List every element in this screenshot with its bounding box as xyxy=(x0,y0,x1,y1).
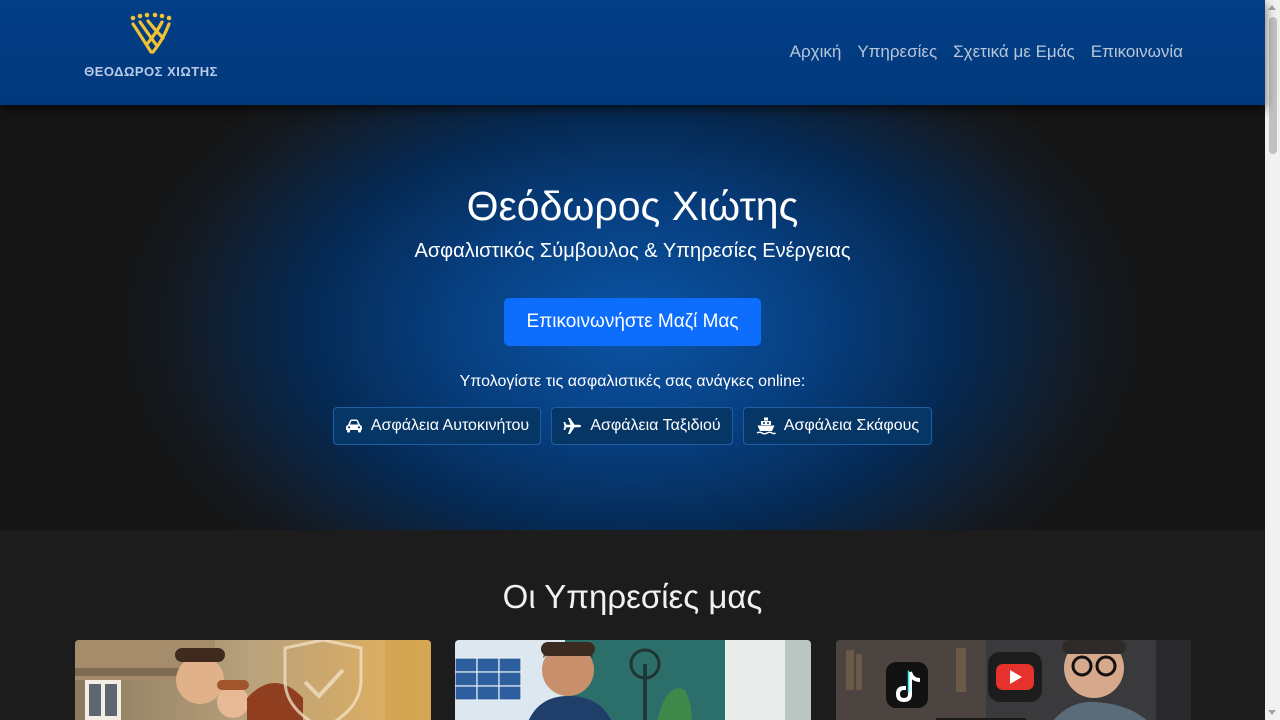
energy-solar-image xyxy=(455,640,811,720)
social-media-image xyxy=(836,640,1191,720)
services-section: Οι Υπηρεσίες μας xyxy=(0,530,1265,720)
navbar: ΘΕΟΔΩΡΟΣ ΧΙΩΤΗΣ Αρχική Υπηρεσίες Σχετικά… xyxy=(0,0,1265,105)
brand-logo[interactable]: ΘΕΟΔΩΡΟΣ ΧΙΩΤΗΣ xyxy=(75,12,227,79)
hero-section: Θεόδωρος Χιώτης Ασφαλιστικός Σύμβουλος &… xyxy=(0,105,1265,530)
family-insurance-image xyxy=(75,640,431,720)
service-card-social[interactable] xyxy=(836,640,1192,720)
car-icon xyxy=(345,419,362,433)
scroll-down-arrow-icon[interactable] xyxy=(1268,710,1276,715)
nav-link-services[interactable]: Υπηρεσίες xyxy=(857,42,937,62)
hero-subtitle: Ασφαλιστικός Σύμβουλος & Υπηρεσίες Ενέργ… xyxy=(414,240,851,262)
boat-insurance-button[interactable]: Ασφάλεια Σκάφους xyxy=(743,407,932,445)
service-card-energy[interactable] xyxy=(455,640,811,720)
nav-link-home[interactable]: Αρχική xyxy=(790,42,842,62)
services-title: Οι Υπηρεσίες μας xyxy=(502,578,763,615)
travel-insurance-button[interactable]: Ασφάλεια Ταξιδιού xyxy=(551,407,733,445)
main-nav: Αρχική Υπηρεσίες Σχετικά με Εμάς Επικοιν… xyxy=(790,42,1183,62)
nav-link-contact[interactable]: Επικοινωνία xyxy=(1091,42,1183,62)
calculator-prompt: Υπολογίστε τις ασφαλιστικές σας ανάγκες … xyxy=(459,373,806,390)
scroll-thumb[interactable] xyxy=(1269,17,1277,154)
page-scrollbar[interactable] xyxy=(1265,0,1280,720)
shield-logo-icon xyxy=(130,12,172,54)
service-card-insurance[interactable] xyxy=(75,640,431,720)
car-insurance-label: Ασφάλεια Αυτοκινήτου xyxy=(370,417,530,434)
brand-name: ΘΕΟΔΩΡΟΣ ΧΙΩΤΗΣ xyxy=(84,64,218,79)
hero-title: Θεόδωρος Χιώτης xyxy=(466,183,799,229)
nav-link-about[interactable]: Σχετικά με Εμάς xyxy=(953,42,1075,62)
car-insurance-button[interactable]: Ασφάλεια Αυτοκινήτου xyxy=(333,407,541,445)
plane-icon xyxy=(563,418,582,434)
travel-insurance-label: Ασφάλεια Ταξιδιού xyxy=(590,417,721,434)
ship-icon xyxy=(756,417,776,435)
boat-insurance-label: Ασφάλεια Σκάφους xyxy=(783,417,920,434)
contact-us-button[interactable]: Επικοινωνήστε Μαζί Μας xyxy=(504,298,761,346)
scroll-up-arrow-icon[interactable] xyxy=(1268,5,1276,10)
